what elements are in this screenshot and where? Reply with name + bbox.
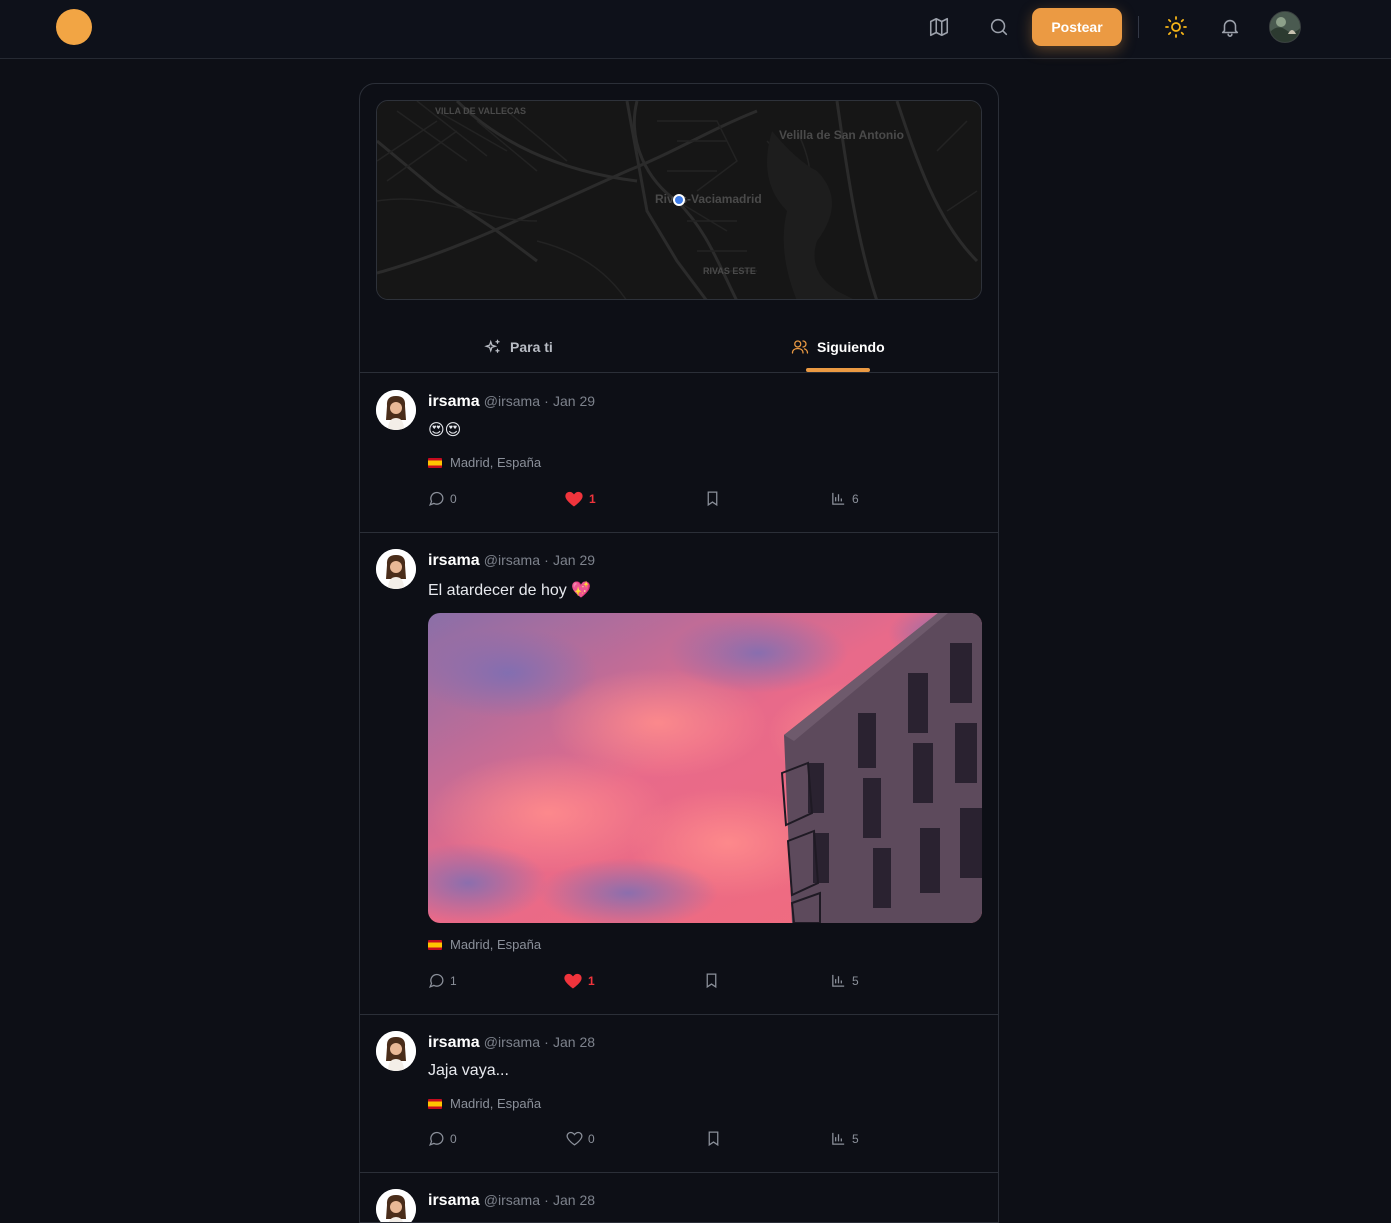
- post-header: irsama @irsama · Jan 28: [428, 1034, 596, 1051]
- comment-count: 0: [450, 491, 457, 506]
- comment-count: 0: [450, 1131, 457, 1146]
- comment-count: 1: [450, 973, 457, 988]
- sunset-photo: [428, 613, 982, 923]
- location-label: Madrid, España: [450, 455, 542, 470]
- tab-siguiendo[interactable]: Siguiendo: [791, 320, 885, 373]
- post-date: Jan 29: [553, 552, 596, 568]
- map-icon[interactable]: [926, 14, 952, 40]
- search-icon[interactable]: [986, 14, 1012, 40]
- bookmark-icon: [707, 491, 718, 507]
- like-button[interactable]: 0: [566, 1130, 595, 1147]
- heart-icon: [566, 1131, 583, 1146]
- comment-button[interactable]: 0: [428, 1130, 457, 1147]
- location-label: Madrid, España: [450, 1096, 542, 1111]
- view-count: 5: [852, 973, 859, 988]
- bookmark-icon: [708, 1131, 719, 1147]
- author-handle[interactable]: @irsama: [484, 1192, 540, 1208]
- bell-icon[interactable]: [1217, 14, 1243, 40]
- post-date: Jan 28: [553, 1192, 596, 1208]
- comment-icon: [428, 491, 444, 507]
- bookmark-button[interactable]: [705, 1130, 722, 1147]
- post-text: 😍😍: [428, 422, 462, 439]
- avatar[interactable]: [376, 390, 416, 430]
- user-avatar[interactable]: [1269, 11, 1301, 43]
- divider: [1138, 16, 1139, 38]
- bar-chart-icon: [832, 1132, 845, 1145]
- post-card[interactable]: irsama @irsama · Jan 28: [360, 1173, 998, 1222]
- users-icon: [791, 339, 809, 354]
- map-label: Rivas-Vaciamadrid: [655, 192, 762, 206]
- post-image[interactable]: [428, 613, 982, 923]
- author-name[interactable]: irsama: [428, 1192, 480, 1209]
- spain-flag-icon: [428, 1098, 442, 1109]
- bar-chart-icon: [832, 974, 845, 987]
- view-count: 5: [852, 1131, 859, 1146]
- post-card[interactable]: irsama @irsama · Jan 29 😍😍 Madrid, Españ…: [360, 374, 998, 533]
- map-label: RIVAS ESTE: [703, 266, 756, 276]
- comment-button[interactable]: 0: [428, 490, 457, 507]
- views-stat[interactable]: 5: [830, 1130, 859, 1147]
- map-label: VILLA DE VALLECAS: [435, 106, 526, 116]
- views-stat[interactable]: 6: [830, 490, 859, 507]
- like-count: 1: [588, 974, 595, 988]
- active-tab-indicator: [806, 368, 870, 372]
- bookmark-button[interactable]: [704, 490, 721, 507]
- post-date: Jan 29: [553, 393, 596, 409]
- tab-para-ti[interactable]: Para ti: [484, 320, 553, 373]
- avatar[interactable]: [376, 549, 416, 589]
- post-date: Jan 28: [553, 1034, 596, 1050]
- author-handle[interactable]: @irsama: [484, 1034, 540, 1050]
- like-count: 1: [589, 492, 596, 506]
- map-roads: VILLA DE VALLECAS Velilla de San Antonio…: [377, 101, 981, 299]
- avatar[interactable]: [376, 1031, 416, 1071]
- location-label: Madrid, España: [450, 937, 542, 952]
- post-location[interactable]: Madrid, España: [428, 937, 541, 952]
- like-count: 0: [588, 1131, 595, 1146]
- location-map[interactable]: VILLA DE VALLECAS Velilla de San Antonio…: [376, 100, 982, 300]
- feed-tabs: Para ti Siguiendo: [360, 320, 998, 373]
- author-handle[interactable]: @irsama: [484, 393, 540, 409]
- bookmark-button[interactable]: [703, 972, 720, 989]
- author-name[interactable]: irsama: [428, 1034, 480, 1051]
- tab-label: Siguiendo: [817, 338, 885, 355]
- post-button[interactable]: Postear: [1032, 8, 1122, 46]
- comment-button[interactable]: 1: [428, 972, 457, 989]
- post-text: Jaja vaya...: [428, 1062, 509, 1079]
- heart-filled-icon: [564, 973, 582, 989]
- tab-label: Para ti: [510, 338, 553, 355]
- bar-chart-icon: [832, 492, 845, 505]
- post-header: irsama @irsama · Jan 28: [428, 1192, 596, 1209]
- sun-icon[interactable]: [1163, 14, 1189, 40]
- like-button[interactable]: 1: [563, 971, 595, 991]
- author-name[interactable]: irsama: [428, 393, 480, 410]
- feed-panel: VILLA DE VALLECAS Velilla de San Antonio…: [359, 83, 999, 1223]
- comment-icon: [428, 1131, 444, 1147]
- author-handle[interactable]: @irsama: [484, 552, 540, 568]
- top-navigation-bar: Postear: [0, 0, 1391, 59]
- bookmark-icon: [706, 973, 717, 989]
- view-count: 6: [852, 491, 859, 506]
- views-stat[interactable]: 5: [830, 972, 859, 989]
- sparkles-icon: [484, 339, 500, 353]
- heart-filled-icon: [565, 491, 583, 507]
- author-name[interactable]: irsama: [428, 552, 480, 569]
- post-header: irsama @irsama · Jan 29: [428, 393, 596, 410]
- post-card[interactable]: irsama @irsama · Jan 28 Jaja vaya... Mad…: [360, 1015, 998, 1173]
- post-text: El atardecer de hoy 💖: [428, 582, 592, 599]
- post-location[interactable]: Madrid, España: [428, 455, 541, 470]
- map-label: Velilla de San Antonio: [779, 128, 904, 142]
- comment-icon: [428, 973, 444, 989]
- post-header: irsama @irsama · Jan 29: [428, 552, 596, 569]
- spain-flag-icon: [428, 939, 442, 950]
- spain-flag-icon: [428, 457, 442, 468]
- avatar[interactable]: [376, 1189, 416, 1222]
- app-logo[interactable]: [56, 9, 92, 45]
- post-location[interactable]: Madrid, España: [428, 1096, 541, 1111]
- like-button[interactable]: 1: [564, 489, 596, 509]
